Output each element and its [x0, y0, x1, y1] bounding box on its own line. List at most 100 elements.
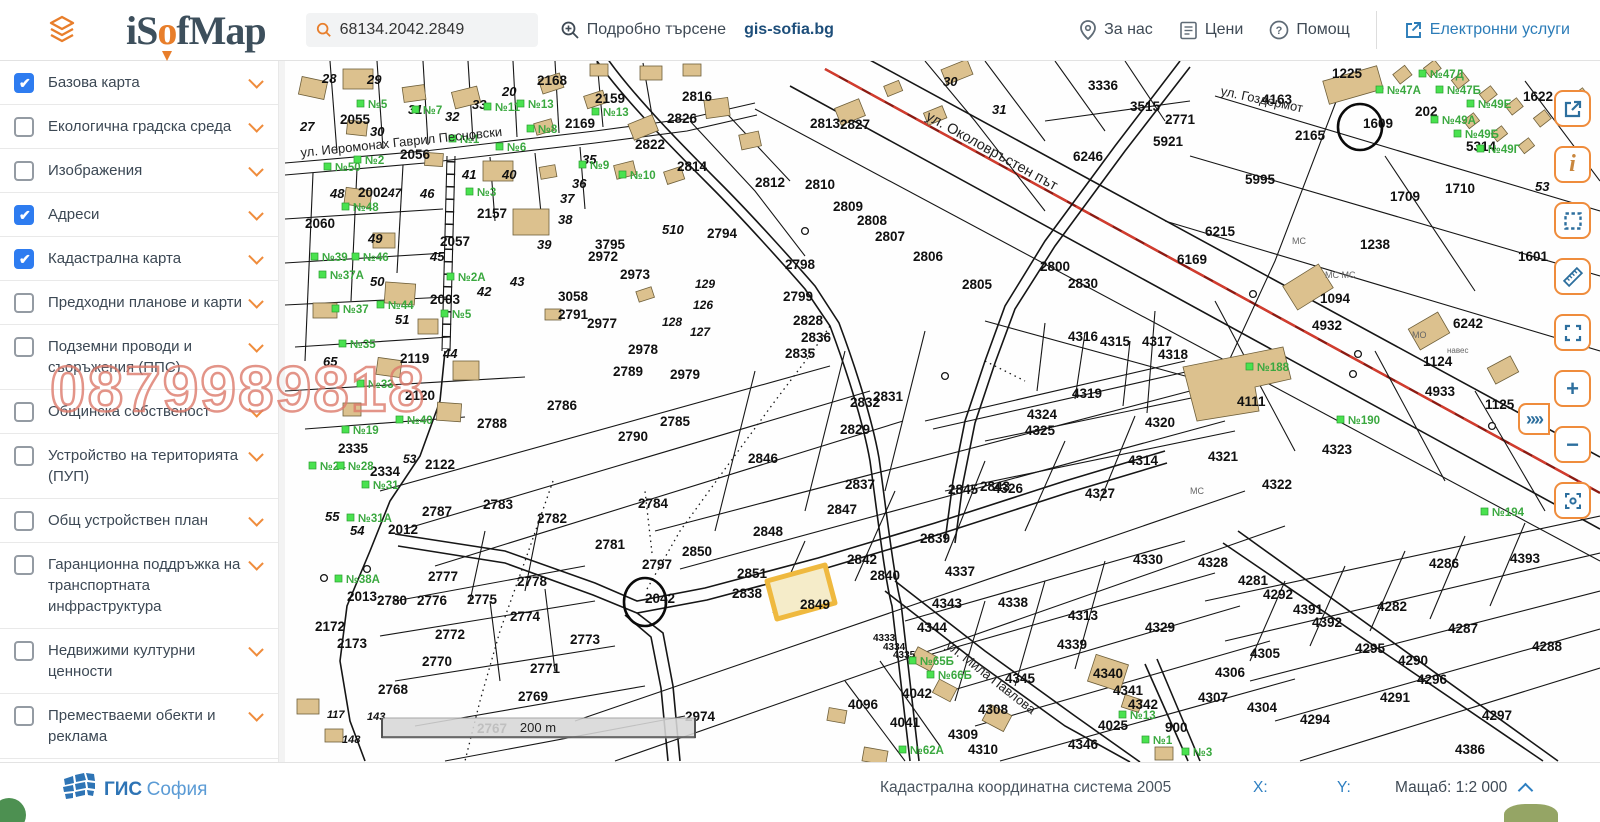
chevron-down-icon[interactable]	[248, 641, 264, 657]
svg-text:31: 31	[992, 102, 1006, 117]
sidebar-layer-item-4[interactable]: Адреси	[0, 193, 278, 237]
layer-label: Екологична градска среда	[48, 116, 242, 137]
svg-text:2794: 2794	[707, 226, 738, 241]
svg-text:1601: 1601	[1518, 249, 1549, 264]
sidebar-layer-item-11[interactable]: Гаранционна поддръжка на транспортната и…	[0, 543, 278, 629]
svg-text:2003: 2003	[430, 292, 461, 307]
chevron-down-icon[interactable]	[248, 555, 264, 571]
svg-text:4308: 4308	[978, 702, 1009, 717]
svg-text:2787: 2787	[422, 504, 452, 519]
question-circle-icon: ?	[1269, 20, 1289, 40]
svg-text:54: 54	[350, 523, 365, 538]
sidebar-layer-item-1[interactable]: Базова карта	[0, 61, 278, 105]
y-coordinate-label: Y:	[1337, 779, 1351, 797]
prices-link[interactable]: Цени	[1179, 21, 1244, 40]
sidebar-layer-item-8[interactable]: Общинска собственост	[0, 390, 278, 434]
info-button[interactable]: i	[1554, 146, 1591, 183]
layer-checkbox[interactable]	[14, 402, 34, 422]
sidebar-layer-item-2[interactable]: Екологична градска среда	[0, 105, 278, 149]
isofmap-logo[interactable]: iSofMap	[126, 7, 266, 54]
sidebar-layer-item-7[interactable]: Подземни проводи и съоръжения (ППС)	[0, 325, 278, 390]
help-link[interactable]: ? Помощ	[1269, 20, 1349, 40]
layer-checkbox[interactable]	[14, 293, 34, 313]
zoom-in-button[interactable]: +	[1554, 370, 1591, 407]
svg-text:2846: 2846	[748, 451, 779, 466]
layer-checkbox[interactable]	[14, 511, 34, 531]
layers-icon	[46, 14, 78, 46]
layer-checkbox[interactable]	[14, 641, 34, 661]
locate-button[interactable]	[1554, 482, 1591, 519]
svg-text:4326: 4326	[993, 481, 1024, 496]
svg-text:4310: 4310	[968, 742, 998, 757]
open-external-button[interactable]	[1554, 90, 1591, 127]
svg-text:4318: 4318	[1158, 347, 1189, 362]
gis-sofia-logo[interactable]: ГИС София	[52, 769, 207, 811]
map-canvas[interactable]: 2829216820215928162826281328272055273031…	[285, 61, 1600, 762]
layer-checkbox[interactable]	[14, 555, 34, 575]
svg-text:№6: №6	[507, 142, 526, 154]
expand-panel-button[interactable]: »»	[1518, 403, 1550, 435]
layer-label: Гаранционна поддръжка на транспортната и…	[48, 554, 242, 617]
chevron-down-icon[interactable]	[248, 402, 264, 418]
layers-menu-button[interactable]	[40, 10, 84, 50]
svg-text:41: 41	[461, 167, 476, 182]
sidebar-scrollbar[interactable]	[278, 61, 285, 762]
svg-text:№46: №46	[363, 252, 389, 264]
chevron-down-icon[interactable]	[248, 337, 264, 353]
gis-sofia-link[interactable]: gis-sofia.bg	[744, 21, 834, 39]
measure-button[interactable]	[1554, 258, 1591, 295]
svg-text:2807: 2807	[875, 229, 905, 244]
svg-text:2782: 2782	[537, 511, 567, 526]
sidebar-layer-item-13[interactable]: Преместваеми обекти и реклама	[0, 694, 278, 759]
svg-text:129: 129	[695, 277, 715, 291]
svg-text:2776: 2776	[417, 593, 448, 608]
svg-text:2848: 2848	[753, 524, 784, 539]
sidebar-layer-item-12[interactable]: Недвижими културни ценности	[0, 629, 278, 694]
chevron-down-icon[interactable]	[248, 205, 264, 221]
chevron-down-icon[interactable]	[248, 446, 264, 462]
chevron-down-icon[interactable]	[248, 161, 264, 177]
sidebar-layer-item-3[interactable]: Изображения	[0, 149, 278, 193]
chevron-up-icon[interactable]	[1518, 783, 1534, 799]
svg-text:4286: 4286	[1429, 556, 1460, 571]
sidebar-layer-item-10[interactable]: Общ устройствен план	[0, 499, 278, 543]
search-box[interactable]	[306, 13, 538, 47]
detailed-search-link[interactable]: Подробно търсене	[560, 20, 726, 40]
layer-checkbox[interactable]	[14, 337, 34, 357]
layer-checkbox[interactable]	[14, 706, 34, 726]
svg-text:4329: 4329	[1145, 620, 1175, 635]
layer-checkbox[interactable]	[14, 205, 34, 225]
zoom-out-button[interactable]: −	[1554, 426, 1591, 463]
select-area-button[interactable]	[1554, 202, 1591, 239]
sidebar-layer-item-5[interactable]: Кадастрална карта	[0, 237, 278, 281]
layer-checkbox[interactable]	[14, 73, 34, 93]
scale-bar: 200 m	[382, 718, 695, 738]
eservices-link[interactable]: Електронни услуги	[1403, 20, 1570, 40]
svg-text:3336: 3336	[1088, 78, 1119, 93]
chevron-down-icon[interactable]	[248, 293, 264, 309]
svg-text:4313: 4313	[1068, 608, 1099, 623]
chevron-down-icon[interactable]	[248, 706, 264, 722]
sidebar-layer-item-9[interactable]: Устройство на територията (ПУП)	[0, 434, 278, 499]
svg-text:1094: 1094	[1320, 291, 1351, 306]
layer-checkbox[interactable]	[14, 249, 34, 269]
layer-checkbox[interactable]	[14, 161, 34, 181]
layer-checkbox[interactable]	[14, 117, 34, 137]
svg-text:2827: 2827	[840, 117, 870, 132]
chevron-down-icon[interactable]	[248, 73, 264, 89]
svg-text:6215: 6215	[1205, 224, 1236, 239]
chevron-down-icon[interactable]	[248, 511, 264, 527]
sidebar-layer-item-6[interactable]: Предходни планове и карти	[0, 281, 278, 325]
svg-text:4295: 4295	[1355, 641, 1386, 656]
search-input[interactable]	[340, 21, 528, 39]
focus-location-icon	[1563, 491, 1583, 511]
svg-text:№13: №13	[603, 107, 629, 119]
svg-text:№49Е: №49Е	[1478, 99, 1512, 111]
fullscreen-button[interactable]	[1554, 314, 1591, 351]
chevron-down-icon[interactable]	[248, 249, 264, 265]
svg-text:№37: №37	[343, 304, 369, 316]
layer-checkbox[interactable]	[14, 446, 34, 466]
about-link[interactable]: За нас	[1079, 20, 1153, 40]
svg-text:5995: 5995	[1245, 172, 1276, 187]
chevron-down-icon[interactable]	[248, 117, 264, 133]
